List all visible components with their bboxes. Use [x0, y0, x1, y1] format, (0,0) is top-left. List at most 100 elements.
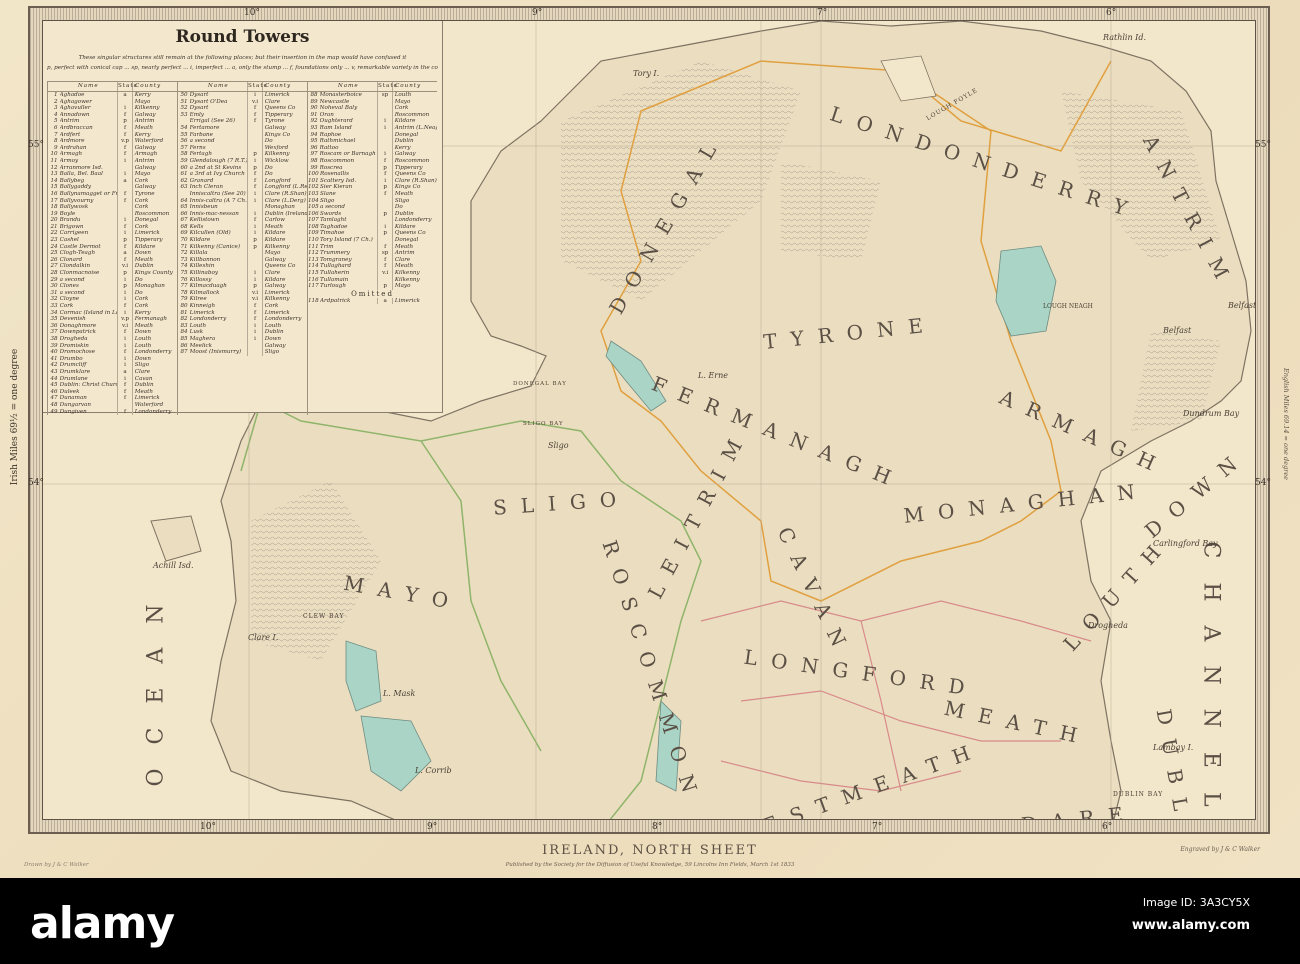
- tower-state: v.i: [248, 98, 263, 106]
- header-state: State: [117, 82, 138, 91]
- tower-state: i: [378, 118, 393, 125]
- tower-number: 23: [50, 237, 58, 244]
- tower-state: [248, 263, 263, 271]
- tower-name: Boyle: [60, 210, 119, 218]
- tower-state: i: [248, 197, 263, 205]
- tower-name: a second: [60, 276, 119, 284]
- tower-county: Queens Co: [264, 263, 296, 270]
- tower-number: 100: [308, 171, 319, 178]
- tower-number: 65: [180, 204, 188, 211]
- table-row: 74 Killeshin Queens Co: [178, 263, 307, 271]
- tower-name: Meelick: [190, 342, 249, 350]
- tower-number: 30: [50, 283, 58, 290]
- tower-state: f: [378, 190, 393, 198]
- tower-county: Kerry: [134, 131, 151, 138]
- table-row: 8 Ardmore v.p Waterford: [48, 138, 177, 145]
- table-column-group: Name State County 1 Aghadoe a Kerry 2 Aghagower M…: [47, 81, 177, 416]
- tower-number: 77: [180, 283, 188, 290]
- tower-number: 110: [308, 237, 319, 244]
- label-drogheda: Drogheda: [1088, 621, 1128, 630]
- tower-name: Moost (Inismurry): [190, 349, 249, 356]
- tower-number: 53: [180, 111, 188, 118]
- label-donegal-bay: DONEGAL BAY: [513, 381, 567, 387]
- tower-name: Kells: [190, 223, 249, 231]
- tower-name: Downpatrick: [60, 329, 119, 336]
- tower-county: Roscommon: [394, 157, 430, 164]
- tower-number: 96: [310, 144, 318, 151]
- tower-state: f: [118, 124, 133, 132]
- tower-number: 85: [180, 335, 188, 342]
- tower-number: 103: [308, 190, 319, 197]
- lon-label-8-bottom: 8°: [652, 822, 663, 832]
- tower-state: p: [248, 283, 263, 290]
- header-county: County: [134, 83, 162, 89]
- tower-number: 59: [180, 157, 188, 164]
- tower-number: 94: [310, 131, 318, 138]
- tower-state: p: [378, 210, 393, 218]
- table-row: 12 Arranmore Isd. Galway: [48, 164, 177, 172]
- tower-county: Louth: [394, 92, 412, 98]
- tower-state: i: [118, 335, 133, 343]
- tower-name: Clogh-Teagh: [60, 250, 119, 257]
- tower-state: [248, 204, 263, 211]
- tower-number: 69: [180, 230, 188, 237]
- tower-number: 105: [308, 204, 319, 211]
- label-clew-bay: CLEW BAY: [303, 613, 345, 620]
- table-column-group: Name State County 88 Monasterboice sp Louth 89 N…: [307, 81, 437, 416]
- table-row: 111 Trim f Meath: [308, 243, 437, 251]
- tower-name: Innis-mac-nessan: [190, 210, 249, 218]
- tower-number: 115: [308, 270, 319, 277]
- tower-name: Kellistown: [190, 217, 249, 224]
- tower-county: Wexford: [264, 144, 289, 151]
- table-row: Errigal (See 26) f Tyrone: [178, 118, 307, 125]
- table-row: 56 a second Do: [178, 138, 307, 145]
- tower-county: Fermanagh: [134, 316, 168, 323]
- tower-state: i: [118, 157, 133, 165]
- tower-name: Drumcliff: [60, 362, 119, 369]
- tower-number: 22: [50, 230, 58, 237]
- tower-county: Galway: [134, 144, 156, 151]
- tower-county: Clare: [264, 98, 281, 105]
- tower-county: Queens Co: [394, 230, 426, 237]
- table-row: 3 Aghavuller i Kilkenny: [48, 105, 177, 112]
- header-state: State: [377, 82, 398, 91]
- tower-name: Clones: [60, 283, 119, 290]
- tower-number: 87: [180, 349, 188, 356]
- tower-name: Roscam or Barnagh: [320, 151, 379, 158]
- tower-county: Cavan: [134, 375, 153, 382]
- tower-number: 18: [50, 204, 58, 211]
- tower-state: i: [248, 92, 263, 99]
- tower-number: 11: [50, 157, 58, 164]
- tower-county: Clare: [394, 256, 411, 263]
- label-lough-corrib: L. Corrib: [415, 766, 452, 775]
- table-row: 103 Slane f Meath: [308, 190, 437, 198]
- tower-name: Inniscaltra (See 20): [190, 190, 249, 198]
- scale-english-miles: English Miles 69.14 = one degree: [1282, 367, 1291, 481]
- tower-name: Kilmacduagh: [190, 283, 249, 290]
- tower-state: f: [248, 309, 263, 317]
- table-row: 21 Brigown f Cork: [48, 223, 177, 231]
- tower-number: 72: [180, 250, 188, 257]
- tower-county: Cork: [134, 296, 149, 303]
- tower-name: Killinaboy: [190, 270, 249, 277]
- tower-county: Tyrone: [264, 118, 285, 125]
- tower-number: 111: [308, 243, 319, 250]
- tower-state: p: [378, 184, 393, 191]
- table-row: 89 Newcastle Mayo: [308, 98, 437, 106]
- table-row: 113 Tomgraney f Clare: [308, 256, 437, 264]
- tower-state: f: [118, 197, 133, 205]
- tower-number: 109: [308, 230, 319, 237]
- table-row: 117 Turlough p Mayo: [308, 283, 437, 290]
- tower-name: Drumbo: [60, 355, 119, 363]
- tower-state: a: [378, 297, 393, 305]
- tower-state: sp: [378, 92, 393, 99]
- table-row: 5 Antrim p Antrim: [48, 118, 177, 125]
- table-row: 63Inch CleranfLongford (L.Ree): [178, 184, 307, 191]
- tower-number: 71: [180, 243, 188, 250]
- tower-number: 86: [180, 342, 188, 349]
- tower-state: i: [118, 355, 133, 363]
- tower-number: 99: [310, 164, 318, 171]
- tower-state: p: [248, 164, 263, 172]
- table-row: 87 Moost (Inismurry) Sligo: [178, 349, 307, 356]
- tower-number: 91: [310, 111, 318, 118]
